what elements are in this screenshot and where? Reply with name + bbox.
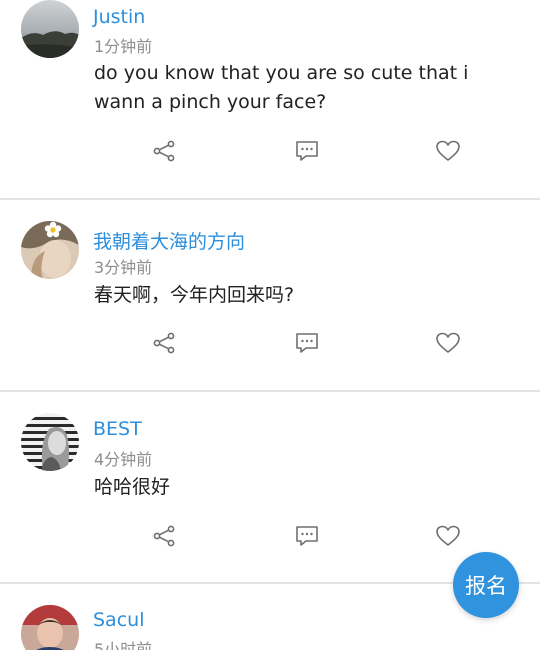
post-time: 4分钟前 [94, 450, 153, 469]
girl-with-flower-avatar[interactable] [21, 221, 79, 279]
comment-button[interactable] [287, 323, 327, 363]
feed-list: Justin 1分钟前 do you know that you are so … [0, 0, 540, 650]
post-content: 春天啊，今年内回来吗? [94, 284, 295, 306]
share-icon [153, 140, 175, 162]
post-content: do you know that you are so cute that i … [94, 62, 469, 113]
post-author[interactable]: 我朝着大海的方向 [93, 227, 245, 254]
share-icon [153, 525, 175, 547]
post-author[interactable]: Sacul [93, 609, 144, 631]
post-card: Justin 1分钟前 do you know that you are so … [0, 0, 540, 198]
share-button[interactable] [144, 323, 184, 363]
post-author[interactable]: BEST [93, 418, 142, 440]
bw-portrait-avatar[interactable] [21, 413, 79, 471]
comment-icon [296, 141, 318, 161]
comment-icon [296, 526, 318, 546]
comment-button[interactable] [287, 516, 327, 556]
post-time: 1分钟前 [94, 37, 153, 56]
signup-fab-button[interactable]: 报名 [453, 552, 519, 618]
comment-icon [296, 333, 318, 353]
landscape-photo-avatar[interactable] [21, 0, 79, 58]
post-time: 5小时前 [94, 640, 153, 650]
heart-icon [436, 332, 460, 353]
like-button[interactable] [428, 516, 468, 556]
share-button[interactable] [144, 131, 184, 171]
man-portrait-avatar[interactable] [21, 605, 79, 650]
post-content: 哈哈很好 [94, 476, 171, 498]
like-button[interactable] [428, 131, 468, 171]
post-card: BEST 4分钟前 哈哈很好 [0, 392, 540, 582]
share-button[interactable] [144, 516, 184, 556]
share-icon [153, 332, 175, 354]
comment-button[interactable] [287, 131, 327, 171]
heart-icon [436, 140, 460, 161]
like-button[interactable] [428, 323, 468, 363]
post-card: 我朝着大海的方向 3分钟前 春天啊，今年内回来吗? [0, 200, 540, 390]
post-time: 3分钟前 [94, 258, 153, 277]
post-author[interactable]: Justin [93, 6, 145, 28]
heart-icon [436, 525, 460, 546]
